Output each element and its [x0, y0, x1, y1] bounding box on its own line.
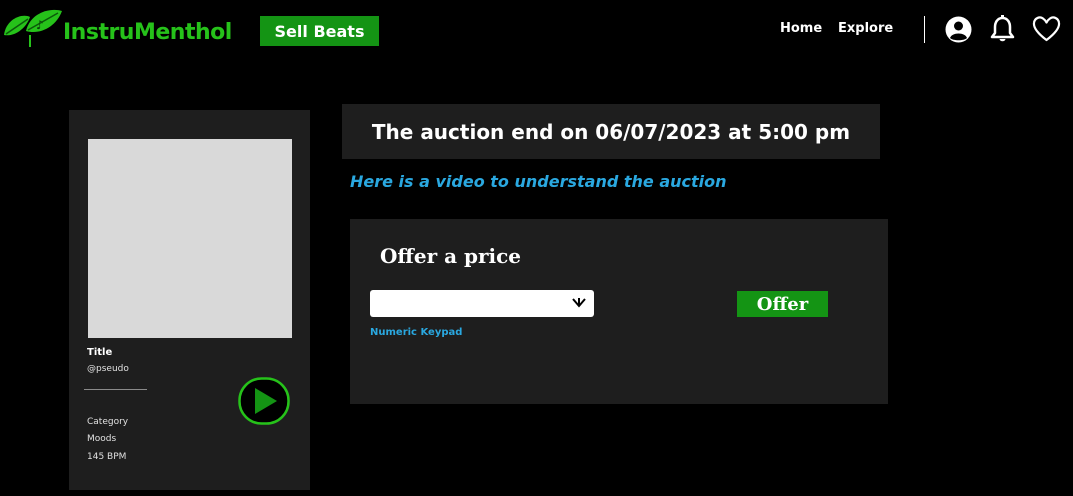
- offer-heading: Offer a price: [380, 244, 522, 268]
- beat-mood: Moods: [87, 434, 117, 444]
- sell-beats-button[interactable]: Sell Beats: [260, 16, 379, 46]
- beat-title: Title: [87, 347, 113, 358]
- bell-icon[interactable]: [990, 15, 1015, 43]
- card-divider: [84, 389, 147, 390]
- auction-end-text: The auction end on 06/07/2023 at 5:00 pm: [371, 119, 851, 144]
- svg-text:♪: ♪: [36, 18, 44, 32]
- beat-artist[interactable]: @pseudo: [87, 364, 129, 374]
- auction-video-link[interactable]: Here is a video to understand the auctio…: [350, 172, 727, 191]
- logo-leaf-icon: ♪: [4, 9, 62, 47]
- play-icon: [238, 377, 290, 425]
- nav-divider: [924, 16, 925, 43]
- price-select[interactable]: [370, 290, 594, 317]
- beat-category: Category: [87, 417, 129, 427]
- numeric-keypad-label: Numeric Keypad: [370, 327, 463, 338]
- offer-button[interactable]: Offer: [737, 291, 828, 317]
- play-button[interactable]: [238, 377, 290, 425]
- chevron-down-icon: [572, 298, 586, 308]
- user-icon[interactable]: [945, 16, 972, 43]
- beat-bpm: 145 BPM: [87, 452, 127, 462]
- beat-cover-image: [88, 139, 292, 338]
- heart-icon[interactable]: [1032, 15, 1061, 42]
- nav-home-link[interactable]: Home: [780, 21, 822, 36]
- auction-end-banner: The auction end on 06/07/2023 at 5:00 pm: [342, 104, 880, 159]
- nav-explore-link[interactable]: Explore: [838, 21, 893, 36]
- logo-wordmark[interactable]: InstruMenthol: [63, 20, 232, 45]
